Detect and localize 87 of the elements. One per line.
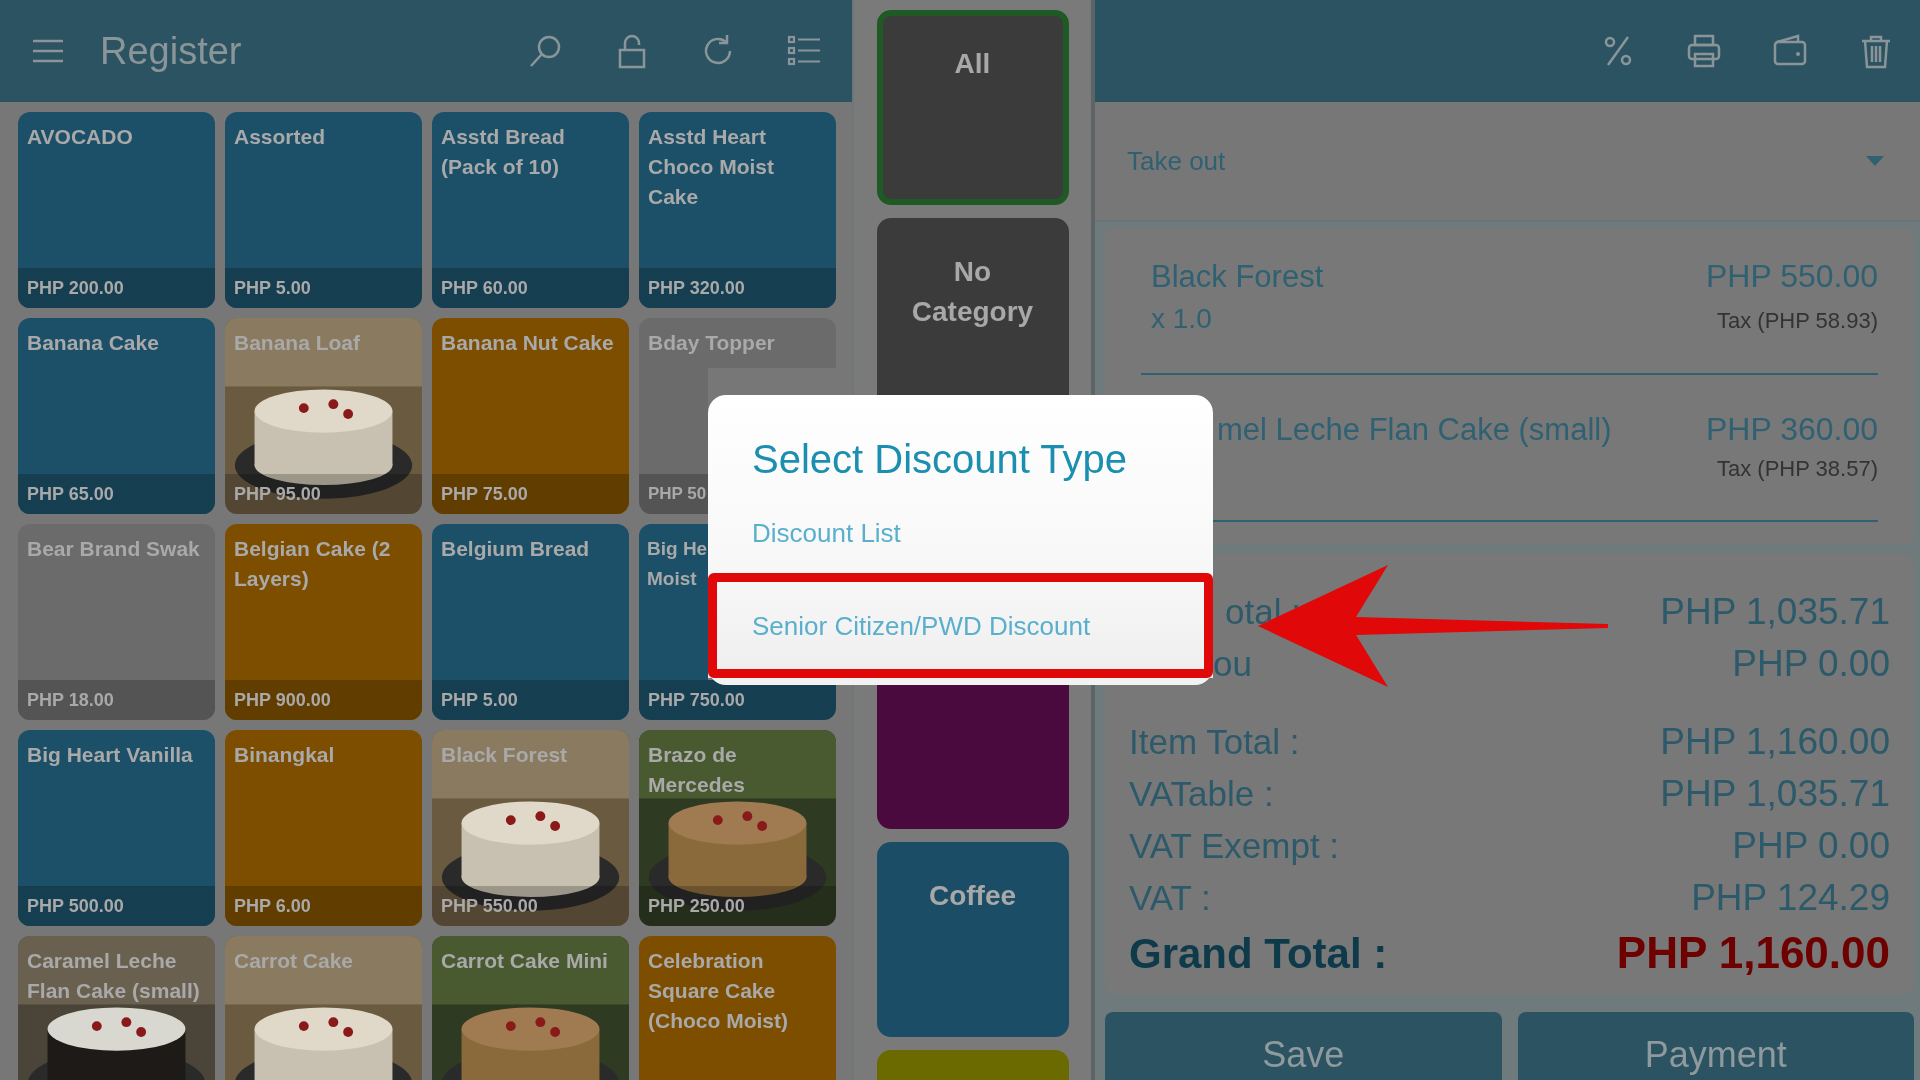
product-name: Big He Moist (639, 524, 708, 680)
product-name: Caramel Leche Flan Cake (small) (26, 948, 201, 1004)
summary-label: VAT : (1129, 877, 1211, 919)
product-tile[interactable]: Banana Nut Cake PHP 75.00 (432, 318, 629, 514)
product-price: PHP 75.00 (432, 474, 629, 514)
product-tile[interactable]: Big Heart Vanilla PHP 500.00 (18, 730, 215, 926)
product-name: Asstd Bread (Pack of 10) (440, 124, 566, 180)
summary-label: Item Total : (1129, 721, 1300, 763)
product-name: Banana Nut Cake (440, 330, 615, 356)
product-price: PHP 5.00 (225, 268, 422, 308)
product-tile[interactable]: Bear Brand Swak PHP 18.00 (18, 524, 215, 720)
product-name: Belgian Cake (2 Layers) (233, 536, 392, 592)
product-tile[interactable]: Celebration Square Cake (Choco Moist) (639, 936, 836, 1080)
app-title: Register (100, 29, 242, 73)
product-price: PHP 550.00 (432, 886, 629, 926)
product-name: Assorted (233, 124, 327, 150)
product-name: Banana Loaf (233, 330, 362, 356)
summary-value: PHP 1,035.71 (1660, 590, 1890, 634)
product-name: Carrot Cake Mini (440, 948, 609, 974)
item-price: PHP 360.00 (1706, 411, 1878, 448)
product-tile[interactable]: Carrot Cake Mini (432, 936, 629, 1080)
summary-value: PHP 124.29 (1691, 876, 1890, 920)
product-name: Brazo de Mercedes (647, 742, 746, 798)
category-label: No Category (910, 255, 1035, 329)
summary-label: ou (1212, 643, 1252, 685)
category-tile[interactable]: Coffee (876, 842, 1069, 1037)
item-name: mel Leche Flan Cake (small) (1216, 412, 1612, 448)
product-price: PHP 95.00 (225, 474, 422, 514)
category-label: Coffee (928, 879, 1017, 913)
product-tile[interactable]: AVOCADO PHP 200.00 (18, 112, 215, 308)
product-price: PHP 320.00 (639, 268, 836, 308)
action-button[interactable]: Payment (1517, 1012, 1914, 1080)
summary-value: PHP 0.00 (1732, 642, 1890, 686)
product-name: Bear Brand Swak (26, 536, 201, 562)
product-tile[interactable]: Caramel Leche Flan Cake (small) (18, 936, 215, 1080)
product-tile[interactable]: Binangkal PHP 6.00 (225, 730, 422, 926)
product-name: Asstd Heart Choco Moist Cake (647, 124, 775, 210)
product-name: Big Heart Vanilla (26, 742, 194, 768)
dialog-title: Select Discount Type (751, 437, 1129, 482)
product-price: PHP 6.00 (225, 886, 422, 926)
category-tile[interactable]: All (876, 10, 1069, 205)
product-name: Carrot Cake (233, 948, 355, 974)
product-tile[interactable]: Banana Loaf PHP 95.00 (225, 318, 422, 514)
product-tile[interactable]: Assorted PHP 5.00 (225, 112, 422, 308)
product-price: PHP 500.00 (18, 886, 215, 926)
product-tile[interactable]: Brazo de Mercedes PHP 250.00 (639, 730, 836, 926)
dialog-option[interactable]: Senior Citizen/PWD Discount (752, 611, 1091, 641)
action-button[interactable]: Save (1105, 1012, 1502, 1080)
item-name: Black Forest (1150, 259, 1324, 295)
product-price: PHP 750.00 (639, 680, 836, 720)
product-name: Binangkal (233, 742, 336, 768)
product-price: PHP 900.00 (225, 680, 422, 720)
product-price: PHP 50 (639, 368, 708, 514)
product-price: PHP 250.00 (639, 886, 836, 926)
item-tax: Tax (PHP 58.93) (1717, 308, 1878, 334)
product-price: PHP 5.00 (432, 680, 629, 720)
product-name: Bday Topper (639, 318, 836, 368)
product-tile[interactable]: Asstd Bread (Pack of 10) PHP 60.00 (432, 112, 629, 308)
summary-label: VAT Exempt : (1129, 825, 1340, 867)
item-price: PHP 550.00 (1706, 258, 1878, 295)
product-name: Banana Cake (26, 330, 160, 356)
item-tax: Tax (PHP 38.57) (1717, 456, 1878, 482)
summary-value: PHP 0.00 (1732, 824, 1890, 868)
order-type-value: Take out (1127, 145, 1226, 177)
product-price: PHP 18.00 (18, 680, 215, 720)
category-label: All (954, 47, 991, 81)
product-name: Celebration Square Cake (Choco Moist) (647, 948, 789, 1034)
product-price: PHP 60.00 (432, 268, 629, 308)
summary-label: VATable : (1129, 773, 1274, 815)
product-tile[interactable]: Belgian Cake (2 Layers) PHP 900.00 (225, 524, 422, 720)
product-price: PHP 200.00 (18, 268, 215, 308)
product-name: Black Forest (440, 742, 569, 768)
caret-icon (1866, 156, 1884, 166)
product-tile[interactable]: Black Forest PHP 550.00 (432, 730, 629, 926)
grand-total-label: Grand Total : (1129, 930, 1388, 978)
product-name: Belgium Bread (440, 536, 591, 562)
printer-icon[interactable] (1686, 33, 1722, 69)
product-tile[interactable]: Banana Cake PHP 65.00 (18, 318, 215, 514)
product-tile[interactable]: Belgium Bread PHP 5.00 (432, 524, 629, 720)
dialog-option[interactable]: Discount List (752, 518, 901, 548)
product-tile[interactable]: Asstd Heart Choco Moist Cake PHP 320.00 (639, 112, 836, 308)
product-name: AVOCADO (26, 124, 134, 150)
summary-value: PHP 1,035.71 (1660, 772, 1890, 816)
product-price: PHP 65.00 (18, 474, 215, 514)
summary-value: PHP 1,160.00 (1660, 720, 1890, 764)
item-quantity: x 1.0 (1150, 303, 1212, 335)
grand-total-value: PHP 1,160.00 (1616, 928, 1890, 978)
